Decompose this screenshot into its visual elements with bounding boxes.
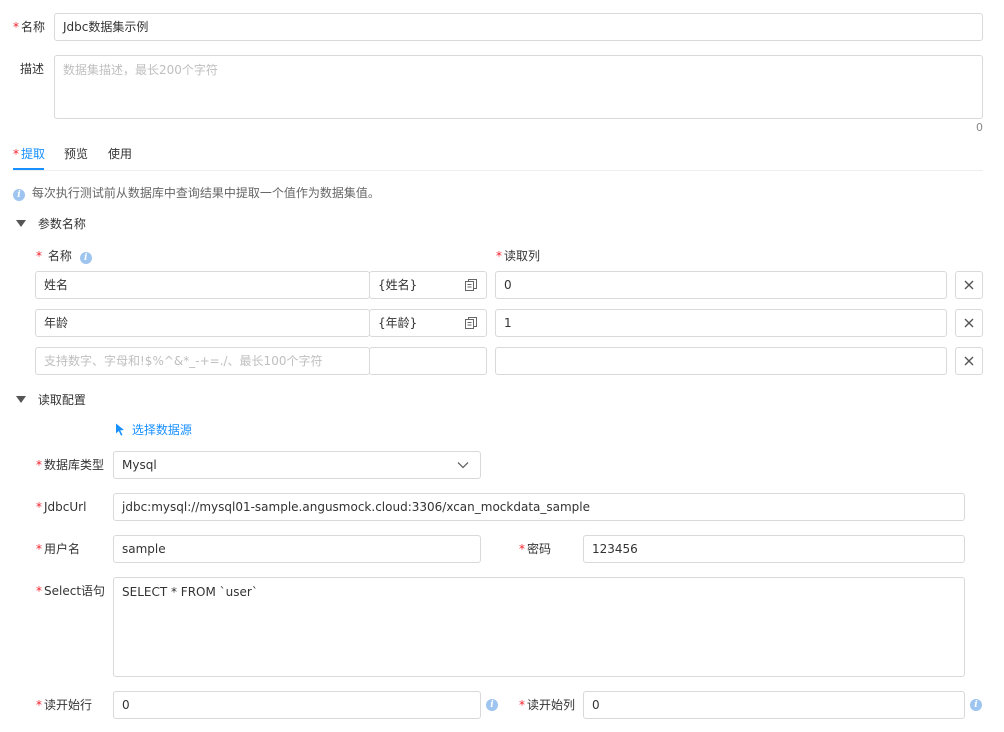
- delete-row-button[interactable]: [955, 271, 983, 299]
- close-icon: [964, 318, 974, 328]
- tab-usage[interactable]: 使用: [108, 146, 132, 162]
- password-label: 密码: [519, 535, 551, 563]
- info-icon[interactable]: i: [970, 699, 982, 711]
- username-input[interactable]: sample: [113, 535, 481, 563]
- desc-textarea[interactable]: 数据集描述，最长200个字符: [54, 55, 983, 119]
- select-datasource-link[interactable]: 选择数据源: [115, 422, 192, 437]
- close-icon: [964, 356, 974, 366]
- cursor-arrow-icon: [116, 423, 124, 436]
- username-label: 用户名: [36, 535, 80, 563]
- chevron-down-icon: [457, 462, 469, 469]
- extract-hint: i 每次执行测试前从数据库中查询结果中提取一个值作为数据集值。: [13, 186, 380, 201]
- read-config-section-header[interactable]: 读取配置: [16, 392, 86, 407]
- info-icon: i: [13, 189, 25, 201]
- db-type-label: 数据库类型: [36, 451, 104, 479]
- tab-divider: [13, 170, 983, 171]
- select-statement-label: Select语句: [36, 577, 105, 605]
- desc-char-count: 0: [976, 121, 983, 134]
- jdbc-url-input[interactable]: jdbc:mysql://mysql01-sample.angusmock.cl…: [113, 493, 965, 521]
- select-statement-textarea[interactable]: SELECT * FROM `user`: [113, 577, 965, 677]
- start-row-input[interactable]: 0: [113, 691, 481, 719]
- read-col-input[interactable]: 1: [495, 309, 947, 337]
- tab-extract[interactable]: 提取: [13, 146, 45, 162]
- read-col-input[interactable]: [495, 347, 947, 375]
- delete-row-button[interactable]: [955, 309, 983, 337]
- collapse-caret-icon: [16, 396, 26, 403]
- read-col-header: 读取列: [496, 249, 540, 263]
- param-name-input[interactable]: 姓名: [35, 271, 370, 299]
- start-col-label: 读开始列: [519, 691, 575, 719]
- desc-label: 描述: [20, 62, 45, 76]
- info-icon[interactable]: i: [79, 252, 92, 264]
- delete-row-button[interactable]: [955, 347, 983, 375]
- param-var-field: [369, 347, 487, 375]
- password-input[interactable]: 123456: [583, 535, 965, 563]
- jdbc-url-label: JdbcUrl: [36, 493, 86, 521]
- param-name-input[interactable]: 支持数字、字母和!$%^&*_-+=./、最长100个字符: [35, 347, 370, 375]
- tab-preview[interactable]: 预览: [64, 146, 88, 162]
- db-type-select[interactable]: Mysql: [113, 451, 481, 479]
- copy-icon[interactable]: [465, 317, 477, 329]
- params-section-header[interactable]: 参数名称: [16, 216, 86, 231]
- name-label: 名称: [13, 13, 45, 41]
- param-name-input[interactable]: 年龄: [35, 309, 370, 337]
- info-icon[interactable]: i: [486, 699, 498, 711]
- param-name-col-header: 名称 i: [36, 249, 92, 264]
- close-icon: [964, 280, 974, 290]
- read-col-input[interactable]: 0: [495, 271, 947, 299]
- start-col-input[interactable]: 0: [583, 691, 965, 719]
- copy-icon[interactable]: [465, 279, 477, 291]
- name-input[interactable]: Jdbc数据集示例: [54, 13, 983, 41]
- desc-placeholder: 数据集描述，最长200个字符: [63, 63, 218, 77]
- start-row-label: 读开始行: [36, 691, 92, 719]
- collapse-caret-icon: [16, 220, 26, 227]
